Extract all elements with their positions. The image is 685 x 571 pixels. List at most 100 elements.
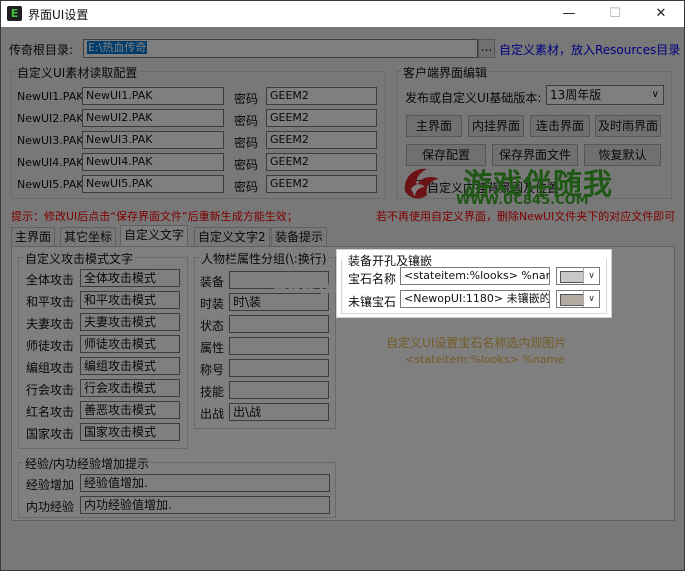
chevron-down-icon: ∨	[651, 89, 659, 100]
attack-input-group[interactable]: 编组攻击模式	[80, 357, 180, 375]
attack-input-peace[interactable]: 和平攻击模式	[80, 291, 180, 309]
password-label-5: 密码	[234, 180, 259, 194]
attr-label-equip: 装备	[200, 275, 225, 289]
warning-text-left: 提示：修改UI后点击“保存界面文件”后重新生成方能生效；	[11, 210, 298, 223]
password-label-4: 密码	[234, 158, 259, 172]
attack-label-all: 全体攻击	[26, 273, 75, 287]
exp-label: 经验增加	[26, 478, 75, 492]
attr-input-attribute[interactable]	[229, 337, 329, 355]
tab-custom-text[interactable]: 自定义文字	[120, 225, 189, 247]
pak-password-input-3[interactable]: GEEM2	[266, 131, 377, 149]
material-config-title: 自定义UI素材读取配置	[15, 64, 140, 81]
watermark-url: WWW.UC845.COM	[456, 193, 589, 208]
pak-password-input-2[interactable]: GEEM2	[266, 109, 377, 127]
unset-gem-color-swatch	[560, 294, 584, 306]
pak-file-input-3[interactable]: NewUI3.PAK	[82, 131, 224, 149]
combo-ui-button[interactable]: 连击界面	[530, 115, 590, 137]
attack-input-nation[interactable]: 国家攻击模式	[80, 423, 180, 441]
attack-input-couple[interactable]: 夫妻攻击模式	[80, 313, 180, 331]
client-edit-title: 客户端界面编辑	[401, 64, 490, 81]
pak-file-input-5[interactable]: NewUI5.PAK	[82, 175, 224, 193]
attr-input-battle[interactable]: 出\战	[229, 403, 329, 421]
gem-name-color-swatch	[560, 271, 584, 283]
attack-input-guild[interactable]: 行会攻击模式	[80, 379, 180, 397]
pak-label-4: NewUI4.PAK	[17, 156, 84, 169]
attr-group-title: 人物栏属性分组(\:换行)	[199, 250, 329, 267]
pak-password-input-1[interactable]: GEEM2	[266, 87, 377, 105]
attr-label-skill: 技能	[200, 385, 225, 399]
password-label-1: 密码	[234, 92, 259, 106]
inner-exp-label: 内功经验	[26, 500, 75, 514]
attack-label-peace: 和平攻击	[26, 295, 75, 309]
pak-label-2: NewUI2.PAK	[17, 112, 84, 125]
root-dir-input[interactable]: E:\热血传奇	[83, 39, 478, 58]
tab-main-ui[interactable]: 主界面	[11, 227, 56, 246]
attr-label-title: 称号	[200, 363, 225, 377]
attr-label-fashion: 时装	[200, 297, 225, 311]
warning-text-right: 若不再使用自定义界面，删除NewUI文件夹下的对应文件即可	[376, 210, 676, 223]
unset-gem-color-select[interactable]: ∨	[556, 290, 600, 308]
maximize-button[interactable]: ☐	[592, 1, 638, 27]
resources-hint: 自定义素材，放入Resources目录	[499, 43, 681, 57]
chevron-down-icon: ∨	[583, 291, 599, 307]
attack-input-master[interactable]: 师徒攻击模式	[80, 335, 180, 353]
version-select[interactable]: 13周年版 ∨	[546, 85, 664, 105]
attack-label-couple: 夫妻攻击	[26, 317, 75, 331]
browse-button[interactable]: ...	[478, 39, 495, 58]
timely-rain-ui-button[interactable]: 及时雨界面	[595, 115, 661, 137]
minimize-button[interactable]: —	[546, 1, 592, 27]
app-icon: E	[7, 6, 22, 21]
version-value: 13周年版	[550, 88, 602, 102]
main-ui-button[interactable]: 主界面	[406, 115, 462, 137]
settings-window: E 界面UI设置 — ☐ ✕ 传奇根目录: E:\热血传奇 ... 自定义素材，…	[0, 0, 685, 571]
version-label: 发布或自定义UI基础版本:	[405, 91, 542, 105]
attr-input-skill[interactable]	[229, 381, 329, 399]
plugin-ui-button[interactable]: 内挂界面	[468, 115, 524, 137]
tab-equip-tips[interactable]: 装备提示	[271, 227, 328, 246]
gem-hint-line1: 自定义UI设置宝石名称选内观图片	[386, 336, 567, 350]
attack-input-all[interactable]: 全体攻击模式	[80, 269, 180, 287]
root-dir-label: 传奇根目录:	[9, 43, 74, 57]
pak-password-input-5[interactable]: GEEM2	[266, 175, 377, 193]
pak-label-5: NewUI5.PAK	[17, 178, 84, 191]
gem-name-label: 宝石名称	[348, 272, 397, 286]
attack-label-redname: 红名攻击	[26, 405, 75, 419]
pak-password-input-4[interactable]: GEEM2	[266, 153, 377, 171]
attack-input-redname[interactable]: 善恶攻击模式	[80, 401, 180, 419]
exp-title: 经验/内功经验增加提示	[23, 455, 152, 472]
attack-label-guild: 行会攻击	[26, 383, 75, 397]
attack-label-master: 师徒攻击	[26, 339, 75, 353]
password-label-3: 密码	[234, 136, 259, 150]
unset-gem-input[interactable]: <NewopUI:1180> 未镶嵌的宝	[400, 290, 550, 308]
gem-name-input[interactable]: <stateitem:%looks> %name	[400, 267, 550, 285]
chevron-down-icon: ∨	[583, 268, 599, 284]
attack-label-nation: 国家攻击	[26, 427, 75, 441]
window-title: 界面UI设置	[28, 8, 89, 22]
password-label-2: 密码	[234, 114, 259, 128]
watermark-left-text: www.ge	[273, 278, 341, 296]
pak-file-input-1[interactable]: NewUI1.PAK	[82, 87, 224, 105]
pak-label-3: NewUI3.PAK	[17, 134, 84, 147]
tab-custom-text-2[interactable]: 自定义文字2	[194, 227, 270, 246]
unset-gem-label: 未镶宝石	[348, 295, 397, 309]
pak-file-input-2[interactable]: NewUI2.PAK	[82, 109, 224, 127]
attr-label-attribute: 属性	[200, 341, 225, 355]
tab-other-coords[interactable]: 其它坐标	[60, 227, 117, 246]
root-dir-value: E:\热血传奇	[87, 41, 148, 54]
attr-label-status: 状态	[200, 319, 225, 333]
attr-label-battle: 出战	[200, 407, 225, 421]
gem-name-color-select[interactable]: ∨	[556, 267, 600, 285]
watermark-logo	[399, 161, 445, 207]
pak-label-1: NewUI1.PAK	[17, 90, 84, 103]
inner-exp-input[interactable]: 内功经验值增加.	[80, 496, 330, 514]
gem-hint-line2: <stateitem:%looks> %name	[405, 353, 565, 366]
exp-input[interactable]: 经验值增加.	[80, 474, 330, 492]
pak-file-input-4[interactable]: NewUI4.PAK	[82, 153, 224, 171]
attr-input-status[interactable]	[229, 315, 329, 333]
close-button[interactable]: ✕	[638, 1, 684, 27]
attack-label-group: 编组攻击	[26, 361, 75, 375]
title-bar: E 界面UI设置 — ☐ ✕	[1, 1, 684, 27]
gem-panel: 装备开孔及镶嵌 宝石名称 <stateitem:%looks> %name ∨ …	[336, 249, 612, 318]
attack-mode-title: 自定义攻击模式文字	[23, 250, 136, 267]
attr-input-title[interactable]	[229, 359, 329, 377]
